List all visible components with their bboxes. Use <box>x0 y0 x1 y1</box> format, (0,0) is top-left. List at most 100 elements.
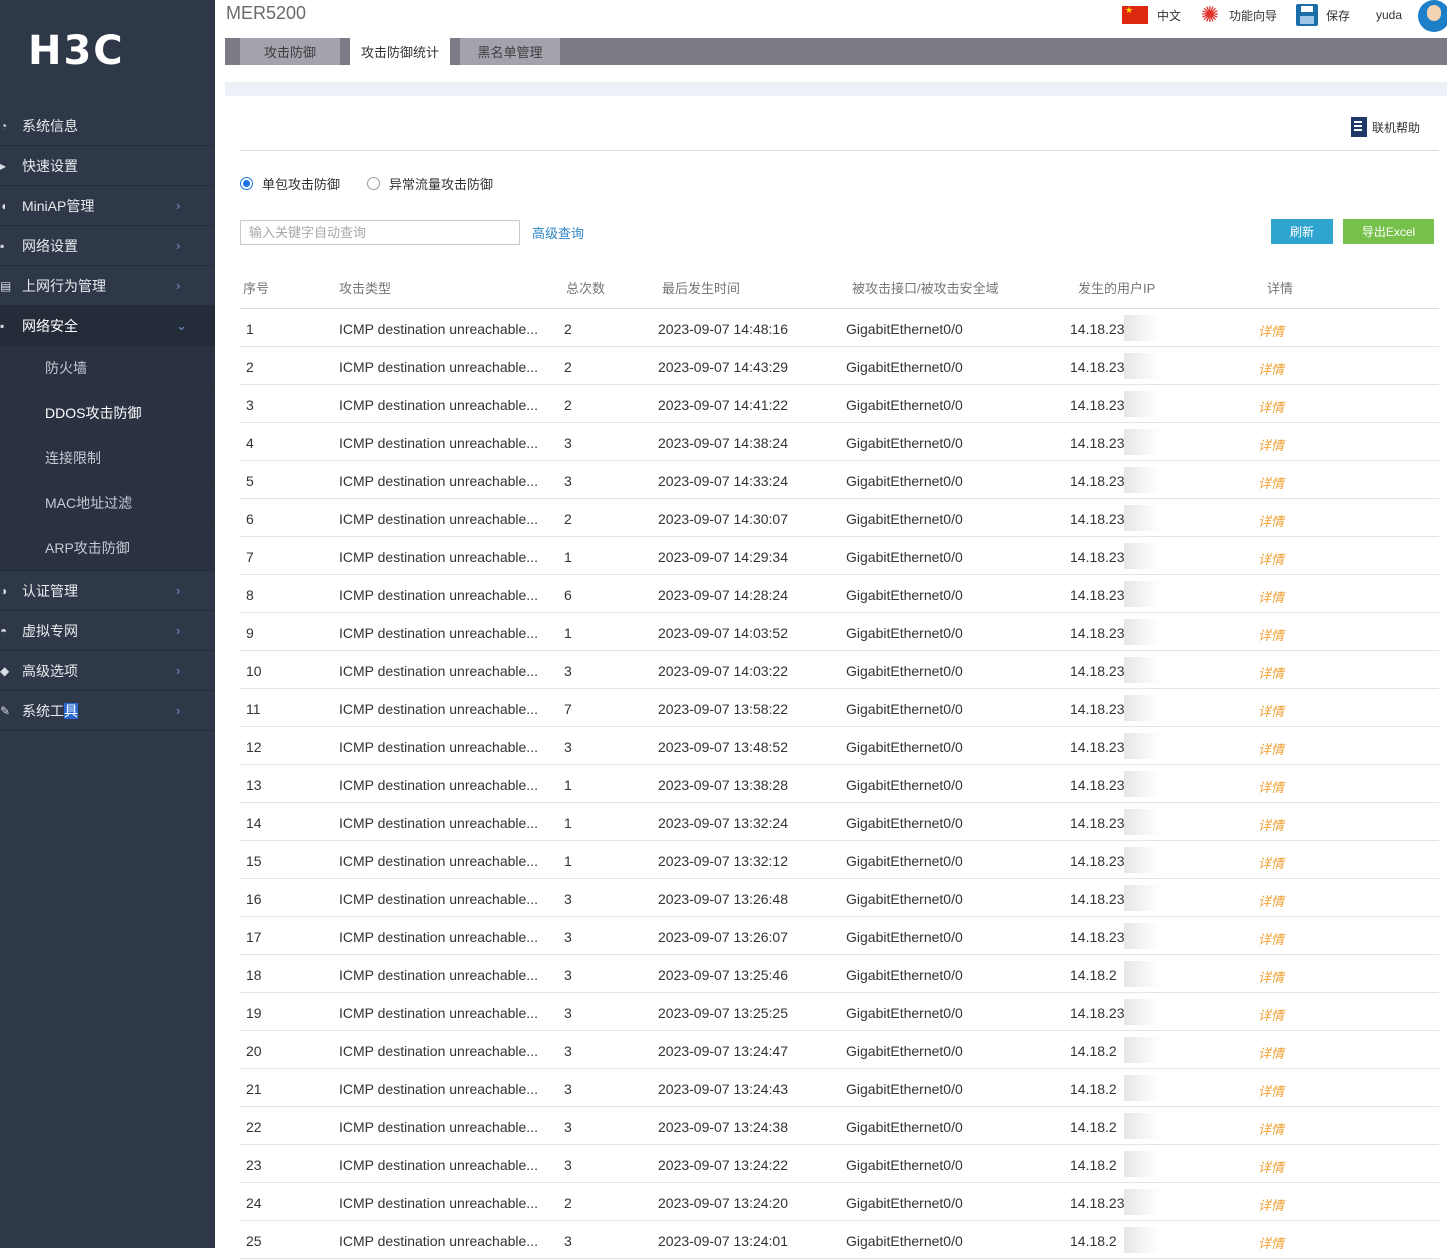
col-header-detail: 详情 <box>1267 281 1294 296</box>
detail-link[interactable]: 详情 <box>1258 587 1284 606</box>
col-header-count[interactable]: 总次数 <box>566 278 605 297</box>
cell-interface: GigabitEthernet0/0 <box>846 967 963 983</box>
cell-type: ICMP destination unreachable... <box>339 1043 538 1059</box>
detail-link[interactable]: 详情 <box>1258 1157 1284 1176</box>
cell-time: 2023-09-07 14:03:22 <box>658 663 788 679</box>
detail-link[interactable]: 详情 <box>1258 815 1284 834</box>
cell-user-ip: 14.18.2 <box>1070 967 1117 983</box>
cell-count: 3 <box>564 1157 572 1173</box>
detail-link[interactable]: 详情 <box>1258 929 1284 948</box>
sidebar-item-advanced[interactable]: ◆ 高级选项 › <box>0 651 215 691</box>
cell-count: 3 <box>564 891 572 907</box>
ip-mosaic <box>1124 847 1160 873</box>
radio-unchecked-icon[interactable] <box>367 177 380 190</box>
refresh-button[interactable]: 刷新 <box>1271 219 1333 244</box>
detail-link[interactable]: 详情 <box>1258 1195 1284 1214</box>
save-icon <box>1296 4 1318 26</box>
detail-link[interactable]: 详情 <box>1258 1119 1284 1138</box>
radio-checked-icon[interactable] <box>240 177 253 190</box>
col-header-time[interactable]: 最后发生时间 <box>662 278 740 297</box>
sidebar-sub-mac-filter[interactable]: MAC地址过滤 <box>0 481 215 526</box>
detail-link[interactable]: 详情 <box>1258 967 1284 986</box>
shield-icon: ▪ <box>0 318 5 333</box>
sidebar-sub-arp[interactable]: ARP攻击防御 <box>0 526 215 571</box>
online-help-link[interactable]: 联机帮助 <box>1351 117 1420 137</box>
wizard-icon: ✺ <box>1200 2 1220 27</box>
cell-no: 2 <box>246 359 254 375</box>
search-input[interactable] <box>240 220 520 245</box>
tab-attack-defense[interactable]: 攻击防御 <box>240 38 340 65</box>
col-header-type[interactable]: 攻击类型 <box>339 278 391 297</box>
table-row: 7 ICMP destination unreachable... 1 2023-09… <box>240 537 1439 575</box>
ip-mosaic <box>1124 695 1160 721</box>
cell-no: 14 <box>246 815 262 831</box>
cell-type: ICMP destination unreachable... <box>339 1005 538 1021</box>
ip-mosaic <box>1124 923 1160 949</box>
sidebar-item-auth[interactable]: ◑ 认证管理 › <box>0 571 215 611</box>
detail-link[interactable]: 详情 <box>1258 853 1284 872</box>
detail-link[interactable]: 详情 <box>1258 435 1284 454</box>
cell-user-ip: 14.18.23 <box>1070 321 1125 337</box>
detail-link[interactable]: 详情 <box>1258 625 1284 644</box>
ip-mosaic <box>1124 657 1160 683</box>
detail-link[interactable]: 详情 <box>1258 321 1284 340</box>
table-row: 1 ICMP destination unreachable... 2 2023-09… <box>240 309 1439 347</box>
detail-link[interactable]: 详情 <box>1258 1081 1284 1100</box>
cell-count: 1 <box>564 815 572 831</box>
tab-blacklist[interactable]: 黑名单管理 <box>460 38 560 65</box>
detail-link[interactable]: 详情 <box>1258 777 1284 796</box>
detail-link[interactable]: 详情 <box>1258 511 1284 530</box>
cell-no: 20 <box>246 1043 262 1059</box>
table-row: 24 ICMP destination unreachable... 2 2023-0… <box>240 1183 1439 1221</box>
cell-interface: GigabitEthernet0/0 <box>846 549 963 565</box>
sidebar-item-network-security[interactable]: ▪ 网络安全 ⌄ <box>0 306 215 346</box>
cell-type: ICMP destination unreachable... <box>339 511 538 527</box>
col-header-no[interactable]: 序号 <box>243 278 269 297</box>
avatar-icon[interactable] <box>1418 0 1447 32</box>
radio-abnormal-traffic[interactable]: 异常流量攻击防御 <box>367 174 493 193</box>
save-button[interactable]: 保存 <box>1296 0 1350 30</box>
cell-type: ICMP destination unreachable... <box>339 321 538 337</box>
sidebar-sub-ddos[interactable]: DDOS攻击防御 <box>0 391 215 436</box>
sidebar-item-tools[interactable]: ✎ 系统工具 › <box>0 691 215 731</box>
detail-link[interactable]: 详情 <box>1258 473 1284 492</box>
detail-link[interactable]: 详情 <box>1258 397 1284 416</box>
wizard-button[interactable]: ✺ 功能向导 <box>1197 0 1277 30</box>
detail-link[interactable]: 详情 <box>1258 359 1284 378</box>
cell-no: 19 <box>246 1005 262 1021</box>
ip-mosaic <box>1124 1113 1160 1139</box>
cell-user-ip: 14.18.23 <box>1070 511 1125 527</box>
detail-link[interactable]: 详情 <box>1258 1005 1284 1024</box>
cell-interface: GigabitEthernet0/0 <box>846 853 963 869</box>
tab-attack-stats[interactable]: 攻击防御统计 <box>350 38 450 65</box>
table-row: 9 ICMP destination unreachable... 1 2023-09… <box>240 613 1439 651</box>
detail-link[interactable]: 详情 <box>1258 891 1284 910</box>
sidebar-item-miniap[interactable]: ◖ MiniAP管理 › <box>0 186 215 226</box>
ip-mosaic <box>1124 315 1160 341</box>
sidebar-item-vpn[interactable]: ◓ 虚拟专网 › <box>0 611 215 651</box>
ip-mosaic <box>1124 581 1160 607</box>
detail-link[interactable]: 详情 <box>1258 1043 1284 1062</box>
sidebar-item-system-info[interactable]: ◔ 系统信息 <box>0 106 215 146</box>
cell-count: 3 <box>564 739 572 755</box>
advanced-query-link[interactable]: 高级查询 <box>532 223 584 242</box>
sidebar-item-behavior[interactable]: ▤ 上网行为管理 › <box>0 266 215 306</box>
detail-link[interactable]: 详情 <box>1258 739 1284 758</box>
cell-count: 1 <box>564 853 572 869</box>
sidebar-item-quick-setup[interactable]: ▸ 快速设置 <box>0 146 215 186</box>
col-header-user-ip[interactable]: 发生的用户IP <box>1078 278 1155 297</box>
user-name[interactable]: yuda <box>1376 0 1402 30</box>
radio-single-packet[interactable]: 单包攻击防御 <box>240 174 340 193</box>
language-switch[interactable]: 中文 <box>1122 0 1181 30</box>
sidebar-sub-firewall[interactable]: 防火墙 <box>0 346 215 391</box>
export-excel-button[interactable]: 导出Excel <box>1343 219 1434 244</box>
cell-type: ICMP destination unreachable... <box>339 891 538 907</box>
detail-link[interactable]: 详情 <box>1258 701 1284 720</box>
detail-link[interactable]: 详情 <box>1258 1233 1284 1252</box>
sidebar-item-network-settings[interactable]: ▪ 网络设置 › <box>0 226 215 266</box>
col-header-interface[interactable]: 被攻击接口/被攻击安全域 <box>852 278 999 297</box>
sidebar-sub-conn-limit[interactable]: 连接限制 <box>0 436 215 481</box>
detail-link[interactable]: 详情 <box>1258 663 1284 682</box>
table-row: 18 ICMP destination unreachable... 3 2023-0… <box>240 955 1439 993</box>
detail-link[interactable]: 详情 <box>1258 549 1284 568</box>
